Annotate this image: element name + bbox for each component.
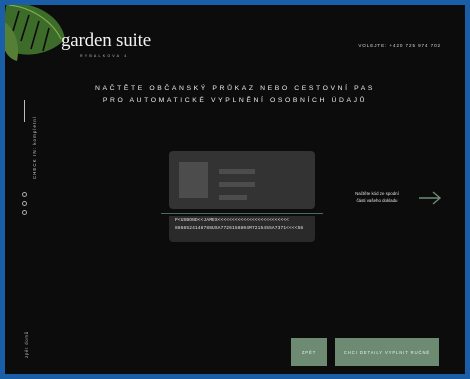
sidebar-home-link[interactable]: zpět domů <box>11 331 41 358</box>
arrow-right-icon <box>419 191 442 205</box>
scan-line <box>161 213 323 214</box>
step-dot <box>22 201 27 206</box>
checkin-label: CHECK IN: kompletní <box>32 115 38 180</box>
id-text-placeholder <box>219 169 255 174</box>
mrz-line-1: P<USBOND<<JAMES<<<<<<<<<<<<<<<<<<<<<<<<< <box>175 218 290 223</box>
id-text-placeholder <box>219 182 255 187</box>
scan-hint-line-2: části vašeho dokladu <box>356 198 398 203</box>
id-card-illustration <box>169 151 315 209</box>
scan-hint: Načtěte kód ze spodní části vašeho dokla… <box>341 190 413 204</box>
home-link-label: zpět domů <box>23 331 29 358</box>
step-dot <box>22 192 27 197</box>
step-dot <box>22 210 27 215</box>
manual-entry-button[interactable]: CHCI DETAILY VYPLNIT RUČNĚ <box>335 338 439 366</box>
sidebar-checkin-status: CHECK IN: kompletní <box>23 116 37 179</box>
page-title-line-1: NAČTĚTE OBČANSKÝ PRŮKAZ NEBO CESTOVNÍ PA… <box>94 85 376 92</box>
phone-number[interactable]: VOLEJTE: +420 725 974 702 <box>358 43 441 48</box>
scan-hint-line-1: Načtěte kód ze spodní <box>355 191 399 196</box>
kiosk-screen: garden suite RYBALKOVA 4 VOLEJTE: +420 7… <box>5 5 465 374</box>
brand-name: garden suite <box>61 30 151 51</box>
page-title-line-2: PRO AUTOMATICKÉ VYPLNĚNÍ OSOBNÍCH ÚDAJŮ <box>102 97 368 104</box>
id-text-placeholder <box>219 195 247 200</box>
mrz-line-2: 8866524146788USA7726158804M7215455A7371<… <box>175 226 304 231</box>
id-photo-placeholder <box>179 162 208 198</box>
brand-address: RYBALKOVA 4 <box>80 54 129 58</box>
back-button[interactable]: ZPĚT <box>291 338 327 366</box>
